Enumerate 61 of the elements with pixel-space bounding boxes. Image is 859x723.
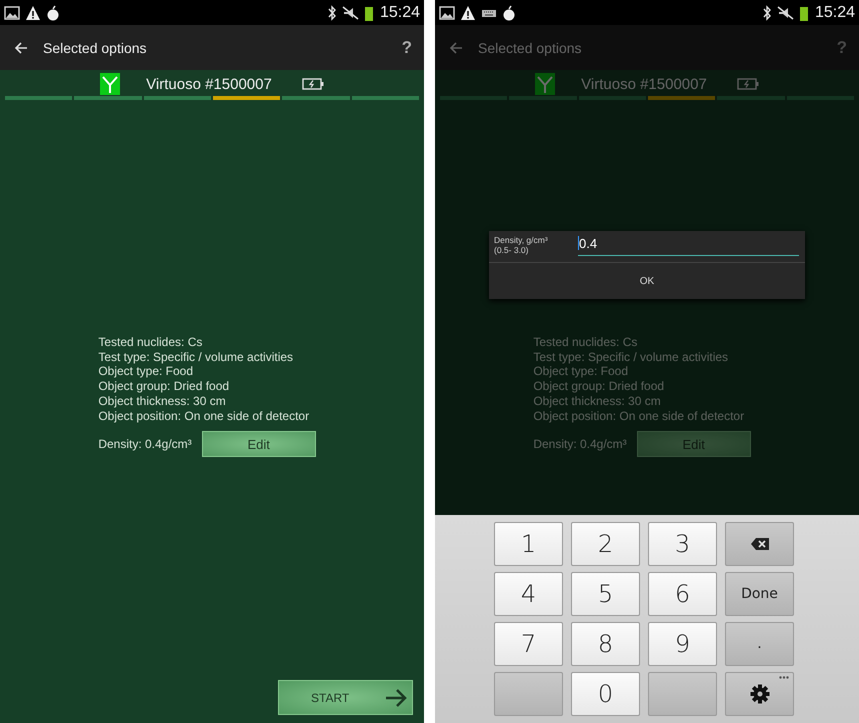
battery-icon (364, 4, 373, 20)
digit-key[interactable]: 4 (494, 572, 563, 616)
backspace-icon (750, 537, 770, 551)
option-line: Tested nuclides: Cs (98, 335, 204, 350)
option-line: Object group: Dried food (98, 379, 230, 394)
clock-time: 15:24 (814, 4, 855, 22)
antenna-icon (100, 73, 120, 95)
option-line: Test type: Specific / volume activities (533, 350, 730, 364)
density-label: Density: 0.4g/cm³ (98, 436, 192, 452)
dialog-label: Density, g/cm³ (0.5- 3.0) (494, 235, 549, 256)
option-line: Object thickness: 30 cm (533, 394, 662, 409)
battery-icon (800, 4, 808, 20)
screen-title: Selected options (478, 40, 582, 56)
bluetooth-icon (326, 4, 337, 20)
ok-button[interactable]: OK (489, 263, 805, 299)
digit-key[interactable]: 3 (648, 522, 717, 566)
option-line: Tested nuclides: Cs (533, 335, 638, 350)
digit-key[interactable]: 8 (571, 622, 640, 666)
device-name: Virtuoso #1500007 (581, 76, 707, 92)
option-line: Object group: Dried food (533, 379, 666, 394)
digit-key[interactable]: 7 (494, 622, 563, 666)
mute-icon (342, 4, 360, 20)
keyboard-key[interactable]: . (725, 622, 794, 666)
settings-key[interactable] (725, 672, 794, 716)
mute-icon (776, 4, 795, 20)
device-name: Virtuoso #1500007 (146, 76, 272, 92)
apple-icon (502, 4, 516, 20)
battery-charging-icon (736, 78, 759, 90)
digit-key[interactable]: 6 (648, 572, 717, 616)
start-button[interactable]: START (278, 680, 413, 715)
digit-key[interactable]: 5 (571, 572, 640, 616)
edit-button[interactable]: Edit (202, 431, 316, 458)
warning-icon (460, 4, 476, 20)
digit-key[interactable]: 0 (571, 672, 640, 716)
battery-charging-icon (302, 78, 324, 90)
digit-key[interactable]: 2 (571, 522, 640, 566)
backspace-key[interactable] (725, 522, 794, 566)
option-line: Object type: Food (98, 364, 194, 380)
more-dots-icon (779, 676, 789, 679)
image-icon (439, 4, 455, 20)
help-button[interactable]: ? (402, 38, 412, 58)
keyboard-key[interactable]: Done (725, 572, 794, 616)
screen-title: Selected options (43, 40, 147, 56)
arrow-right-icon (385, 688, 407, 706)
digit-key[interactable]: 1 (494, 522, 563, 566)
option-line: Object thickness: 30 cm (98, 394, 227, 409)
gear-icon (750, 684, 770, 704)
back-arrow-icon[interactable] (14, 40, 28, 54)
option-line: Object position: On one side of detector (98, 408, 310, 424)
image-icon (4, 4, 20, 20)
apple-icon (46, 4, 60, 20)
density-input-field[interactable]: 0.4 (578, 235, 799, 256)
option-line: Test type: Specific / volume activities (98, 350, 294, 364)
option-line: Object position: On one side of detector (533, 408, 746, 424)
digit-key[interactable]: 9 (648, 622, 717, 666)
antenna-icon (535, 73, 556, 95)
bluetooth-icon (762, 4, 772, 20)
option-line: Object type: Food (533, 364, 630, 380)
clock-time: 15:24 (380, 4, 420, 22)
warning-icon (25, 4, 41, 20)
density-label: Density: 0.4g/cm³ (533, 436, 627, 452)
